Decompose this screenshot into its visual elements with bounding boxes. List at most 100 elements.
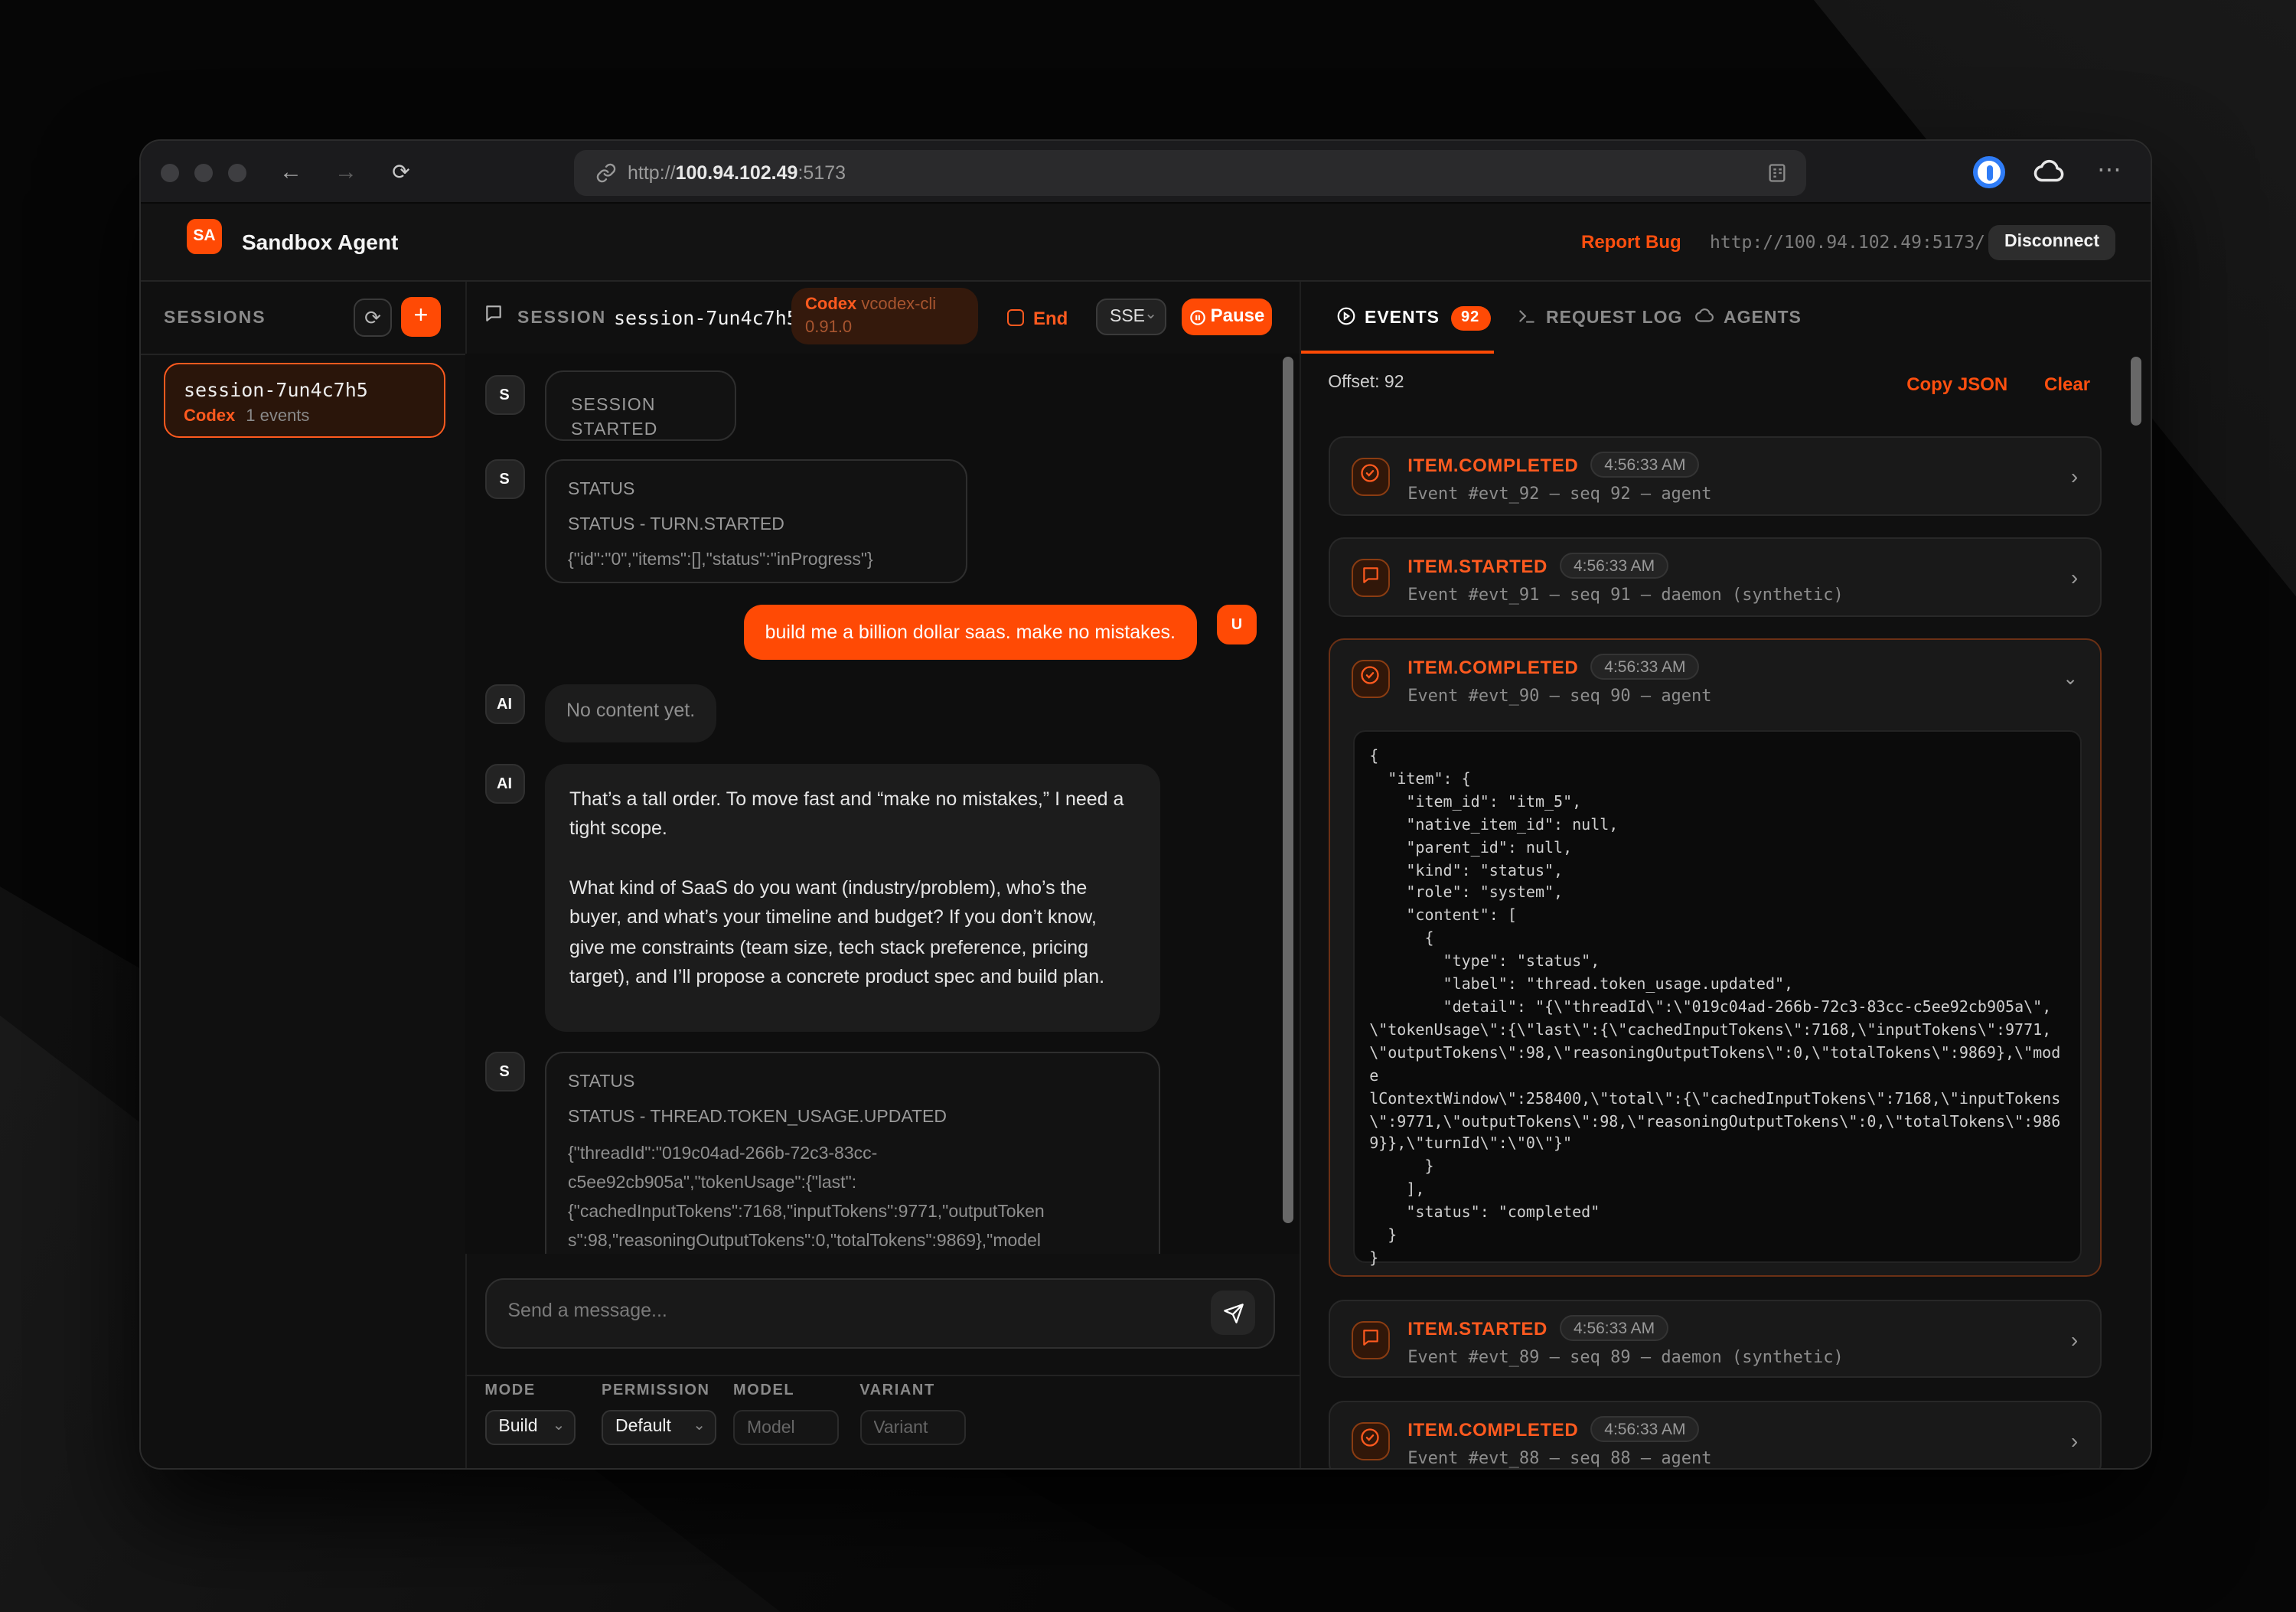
chevron-down-icon: ⌄ bbox=[1144, 299, 1157, 332]
event-time: 4:56:33 AM bbox=[1590, 452, 1699, 478]
tab-events[interactable]: EVENTS92 bbox=[1336, 283, 1490, 354]
message-list[interactable]: S SESSION STARTED S STATUS STATUS - TURN… bbox=[465, 354, 1300, 1254]
browser-chrome: ← → ⟳ http://100.94.102.49:5173 bbox=[141, 141, 2151, 204]
divider bbox=[465, 1375, 1300, 1376]
chevron-down-icon: ⌄ bbox=[553, 1410, 566, 1442]
composer bbox=[484, 1278, 1274, 1349]
session-id: session-7un4c7h5 bbox=[184, 378, 368, 401]
variant-label: VARIANT bbox=[859, 1382, 935, 1399]
event-title: ITEM.COMPLETED bbox=[1407, 1418, 1578, 1440]
mode-select[interactable]: Build⌄ bbox=[484, 1410, 576, 1445]
check-circle-icon bbox=[1351, 1421, 1389, 1460]
event-time: 4:56:33 AM bbox=[1590, 1415, 1699, 1441]
event-title: ITEM.COMPLETED bbox=[1407, 455, 1578, 476]
window-zoom-button[interactable] bbox=[228, 164, 246, 182]
send-button[interactable] bbox=[1211, 1291, 1255, 1335]
tab-agents[interactable]: AGENTS bbox=[1694, 283, 1802, 354]
event-subtitle: Event #evt_90 — seq 90 — agent bbox=[1407, 686, 1711, 706]
event-title: ITEM.COMPLETED bbox=[1407, 657, 1578, 678]
onepassword-icon[interactable] bbox=[1973, 156, 2005, 188]
event-subtitle: Event #evt_91 — seq 91 — daemon (synthet… bbox=[1407, 585, 1844, 605]
link-icon bbox=[595, 162, 617, 191]
session-event-count: 1 events bbox=[246, 407, 309, 426]
session-list-item[interactable]: session-7un4c7h5 Codex1 events bbox=[164, 363, 445, 438]
model-input[interactable] bbox=[733, 1410, 839, 1445]
pause-button[interactable]: Pause bbox=[1182, 299, 1272, 335]
permission-label: PERMISSION bbox=[602, 1382, 710, 1399]
check-circle-icon bbox=[1351, 660, 1389, 698]
status-message: STATUS STATUS - TURN.STARTED {"id":"0","… bbox=[545, 459, 967, 583]
model-label: MODEL bbox=[733, 1382, 794, 1399]
sessions-heading: SESSIONS bbox=[164, 283, 266, 354]
system-avatar: S bbox=[484, 375, 524, 415]
event-time: 4:56:33 AM bbox=[1590, 654, 1699, 680]
message-icon bbox=[1351, 1320, 1389, 1359]
cloud-icon[interactable] bbox=[2033, 156, 2065, 196]
chevron-right-icon[interactable]: › bbox=[2071, 438, 2078, 515]
reload-button[interactable]: ⟳ bbox=[386, 141, 416, 204]
event-subtitle: Event #evt_92 — seq 92 — agent bbox=[1407, 484, 1711, 504]
user-message: build me a billion dollar saas. make no … bbox=[744, 605, 1197, 660]
event-subtitle: Event #evt_89 — seq 89 — daemon (synthet… bbox=[1407, 1346, 1844, 1366]
ai-avatar: AI bbox=[484, 684, 524, 724]
forward-button[interactable]: → bbox=[331, 141, 361, 204]
cloud-icon bbox=[1694, 312, 1714, 331]
variant-input[interactable] bbox=[859, 1410, 965, 1445]
terminal-icon bbox=[1517, 312, 1537, 331]
mode-label: MODE bbox=[484, 1382, 535, 1399]
reader-layout-icon[interactable] bbox=[1766, 162, 1788, 191]
event-card[interactable]: ITEM.COMPLETED 4:56:33 AM Event #evt_92 —… bbox=[1328, 436, 2101, 515]
offset-text: Offset: 92 bbox=[1328, 374, 1404, 392]
system-avatar: S bbox=[484, 459, 524, 499]
play-circle-icon bbox=[1336, 312, 1355, 331]
end-label[interactable]: End bbox=[1033, 283, 1068, 354]
chat-bubble-icon bbox=[484, 303, 504, 331]
new-session-button[interactable]: + bbox=[401, 297, 441, 337]
session-label: SESSION bbox=[517, 283, 606, 354]
chat-scrollbar[interactable] bbox=[1283, 357, 1293, 1223]
browser-window: ← → ⟳ http://100.94.102.49:5173 bbox=[139, 139, 2152, 1470]
screen: ← → ⟳ http://100.94.102.49:5173 bbox=[0, 0, 2296, 1612]
copy-json-button[interactable]: Copy JSON bbox=[1906, 374, 2007, 395]
server-url: http://100.94.102.49:5173/ bbox=[1710, 204, 1985, 282]
chevron-down-icon[interactable]: ⌄ bbox=[2063, 640, 2078, 718]
chevron-down-icon: ⌄ bbox=[693, 1410, 706, 1442]
ai-avatar: AI bbox=[484, 763, 524, 803]
provider-badge: Codex vcodex-cli 0.91.0 bbox=[791, 288, 978, 344]
event-card[interactable]: ITEM.STARTED4:56:33 AM Event #evt_89 — s… bbox=[1328, 1299, 2101, 1378]
window-minimize-button[interactable] bbox=[194, 164, 213, 182]
session-started-message: SESSION STARTED bbox=[545, 370, 736, 441]
permission-select[interactable]: Default⌄ bbox=[602, 1410, 716, 1445]
message-icon bbox=[1351, 559, 1389, 597]
address-bar[interactable]: http://100.94.102.49:5173 bbox=[574, 150, 1806, 196]
event-json-detail: { "item": { "item_id": "itm_5", "native_… bbox=[1352, 730, 2081, 1263]
report-bug-link[interactable]: Report Bug bbox=[1581, 204, 1681, 282]
browser-menu-icon[interactable]: ⋯ bbox=[2097, 141, 2123, 204]
end-checkbox[interactable] bbox=[1007, 309, 1024, 326]
chevron-right-icon[interactable]: › bbox=[2071, 1402, 2078, 1470]
event-time: 4:56:33 AM bbox=[1560, 1314, 1668, 1340]
tab-request-log[interactable]: REQUEST LOG bbox=[1517, 283, 1682, 354]
event-subtitle: Event #evt_88 — seq 88 — agent bbox=[1407, 1447, 1711, 1467]
app-logo: SA bbox=[187, 219, 222, 254]
provider-name: Codex bbox=[805, 295, 856, 314]
refresh-sessions-button[interactable]: ⟳ bbox=[354, 299, 392, 337]
chevron-right-icon[interactable]: › bbox=[2071, 1300, 2078, 1378]
clear-button[interactable]: Clear bbox=[2044, 374, 2090, 395]
transport-select[interactable]: SSE⌄ bbox=[1096, 299, 1166, 335]
disconnect-button[interactable]: Disconnect bbox=[1988, 225, 2115, 260]
divider bbox=[141, 354, 465, 355]
session-id-header: session-7un4c7h5 bbox=[614, 283, 798, 354]
event-card[interactable]: ITEM.COMPLETED 4:56:33 AM Event #evt_88 —… bbox=[1328, 1400, 2101, 1470]
window-close-button[interactable] bbox=[161, 164, 179, 182]
app-title: Sandbox Agent bbox=[242, 204, 398, 282]
events-scrollbar[interactable] bbox=[2131, 357, 2141, 426]
back-button[interactable]: ← bbox=[276, 141, 306, 204]
event-card[interactable]: ITEM.STARTED4:56:33 AM Event #evt_91 — s… bbox=[1328, 537, 2101, 616]
event-card-expanded[interactable]: ITEM.COMPLETED 4:56:33 AM Event #evt_90 —… bbox=[1328, 638, 2101, 1277]
ai-reply-message: That’s a tall order. To move fast and “m… bbox=[545, 763, 1159, 1031]
message-input[interactable] bbox=[486, 1280, 1273, 1347]
chevron-right-icon[interactable]: › bbox=[2071, 539, 2078, 616]
session-meta: Codex1 events bbox=[184, 407, 309, 426]
status-message: STATUS STATUS - THREAD.TOKEN_USAGE.UPDAT… bbox=[545, 1052, 1159, 1254]
